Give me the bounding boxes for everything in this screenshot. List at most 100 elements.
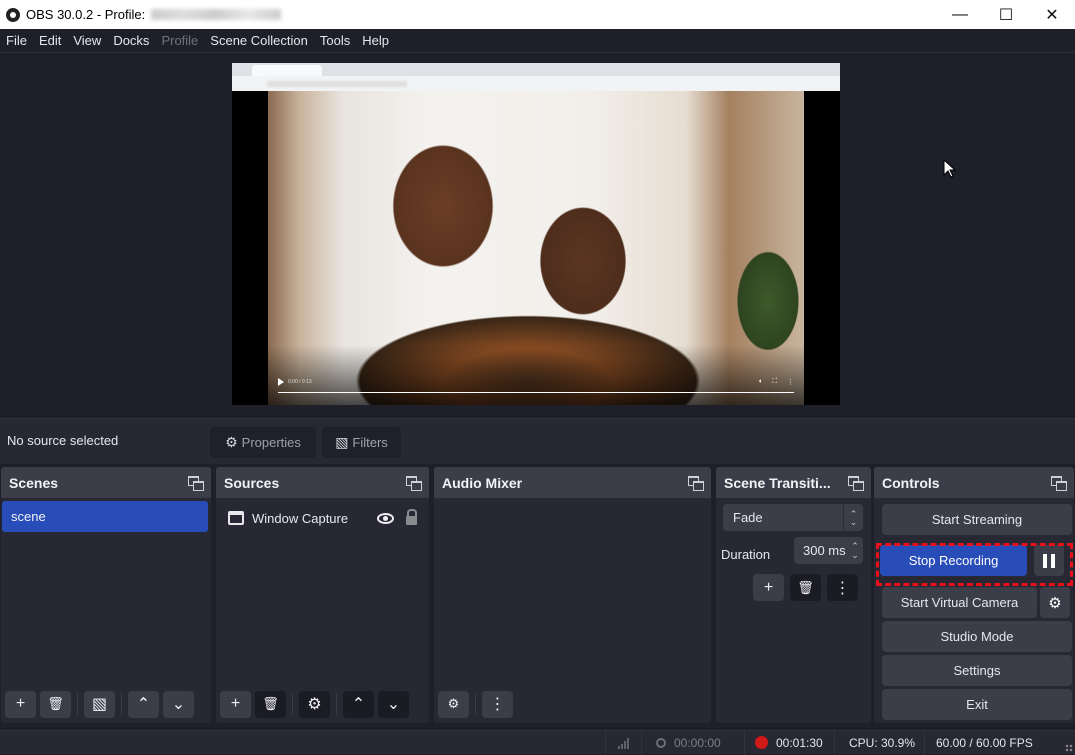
unlock-icon[interactable] [406,509,417,525]
menu-tools[interactable]: Tools [314,33,356,48]
add-source-button[interactable]: + [220,690,251,718]
stream-time: 00:00:00 [674,735,721,750]
visibility-eye-icon[interactable] [377,512,394,524]
menu-scene-collection[interactable]: Scene Collection [204,33,314,48]
move-source-up-button[interactable]: ⌃ [343,690,374,718]
stop-recording-button[interactable]: Stop Recording [880,545,1027,576]
source-name: Window Capture [252,510,349,526]
add-transition-button[interactable]: + [753,574,784,601]
spin-down-icon[interactable]: ⌄ [851,550,859,560]
pause-recording-button[interactable] [1034,545,1064,576]
move-scene-down-button[interactable]: ⌄ [163,690,194,718]
video-volume-icon: ◖ [757,378,763,385]
transition-value: Fade [733,510,763,525]
record-time: 00:01:30 [776,735,823,750]
menu-view[interactable]: View [67,33,107,48]
menu-help[interactable]: Help [356,33,395,48]
record-status: 00:01:30 [744,730,834,755]
signal-bars-icon [618,737,629,749]
move-scene-up-button[interactable]: ⌃ [128,690,159,718]
audio-mixer-menu-button[interactable]: ⋮ [482,690,513,718]
add-scene-button[interactable]: + [5,690,36,718]
scene-filters-button[interactable]: ▧ [84,690,115,718]
gear-icon: ⚙ [225,434,238,450]
window-title: OBS 30.0.2 - Profile: [26,7,146,22]
transition-properties-button[interactable]: ⋮ [827,574,858,601]
network-signal [605,730,641,755]
preview-area[interactable]: 0:00 / 0:13 ◖ ⛶ ⋮ [0,53,1075,416]
scene-list-item[interactable]: scene [2,501,208,532]
video-play-icon [278,378,284,386]
virtual-camera-config-button[interactable]: ⚙ [1040,587,1070,618]
menu-file[interactable]: File [0,33,33,48]
chevron-down-icon: ⌄ [386,696,401,713]
audio-mixer-dock: Audio Mixer ⚙ ⋮ [434,467,711,723]
scene-transitions-dock: Scene Transiti... Fade ⌃ ⌄ Duration 300 m… [716,467,871,723]
controls-dock: Controls Start Streaming Stop Recording … [874,467,1074,723]
video-fullscreen-icon: ⛶ [772,378,777,385]
captured-video: 0:00 / 0:13 ◖ ⛶ ⋮ [268,91,804,405]
gears-icon: ⚙ [447,696,460,711]
resize-grip[interactable] [1065,744,1073,752]
close-button[interactable]: ✕ [1029,0,1075,29]
menu-edit[interactable]: Edit [33,33,67,48]
source-status-label: No source selected [7,433,119,448]
undock-icon[interactable] [188,476,204,491]
filters-label: Filters [352,435,388,450]
source-list-item[interactable]: Window Capture [228,508,417,528]
source-properties-button[interactable]: ⚙ [299,690,330,718]
transition-select[interactable]: Fade ⌃ ⌄ [723,504,863,531]
gear-icon: ⚙ [307,696,322,713]
undock-icon[interactable] [688,476,704,491]
controls-title: Controls [882,474,940,491]
undock-icon[interactable] [1051,476,1067,491]
chevron-up-icon: ⌃ [136,696,151,713]
remove-source-button[interactable]: 🗑 [255,690,286,718]
captured-browser-chrome [232,63,840,91]
title-bar: OBS 30.0.2 - Profile: — ☐ ✕ [0,0,1075,29]
filter-icon: ▧ [91,696,108,713]
cpu-usage-text: CPU: 30.9% [849,735,916,750]
properties-button[interactable]: ⚙ Properties [210,427,316,458]
exit-button[interactable]: Exit [882,689,1072,720]
chevron-down-icon: ⌄ [171,696,186,713]
pause-icon [1043,553,1055,568]
record-dot-icon [755,736,768,749]
remove-transition-button[interactable]: 🗑 [790,574,821,601]
studio-mode-button[interactable]: Studio Mode [882,621,1072,652]
start-streaming-button[interactable]: Start Streaming [882,504,1072,535]
properties-label: Properties [241,435,301,450]
transitions-title: Scene Transiti... [724,474,831,491]
stream-broadcast-icon [656,737,666,748]
more-vertical-icon: ⋮ [489,696,506,713]
profile-name-blurred [151,9,282,20]
undock-icon[interactable] [406,476,422,491]
audio-mixer-title: Audio Mixer [442,474,523,491]
duration-spinbox[interactable]: 300 ms ⌃ ⌄ [794,537,863,564]
trash-icon: 🗑 [797,579,814,595]
video-progress-bar [278,392,794,393]
maximize-button[interactable]: ☐ [983,0,1029,29]
obs-logo-icon [6,7,20,22]
menu-docks[interactable]: Docks [107,33,155,48]
trash-icon: 🗑 [262,696,279,711]
move-source-down-button[interactable]: ⌄ [378,690,409,718]
minimize-button[interactable]: — [937,0,983,29]
menu-profile: Profile [161,33,199,48]
stream-status: 00:00:00 [641,730,744,755]
start-virtual-camera-button[interactable]: Start Virtual Camera [882,587,1037,618]
filters-button[interactable]: ▧ Filters [322,427,401,458]
preview-canvas[interactable]: 0:00 / 0:13 ◖ ⛶ ⋮ [232,63,840,405]
duration-value: 300 ms [803,543,846,558]
cpu-usage: CPU: 30.9% [834,730,924,755]
scenes-title: Scenes [9,474,59,491]
source-context-bar: No source selected ⚙ Properties ▧ Filter… [0,418,1075,464]
plus-icon: + [763,578,774,596]
remove-scene-button[interactable]: 🗑 [40,690,71,718]
settings-button[interactable]: Settings [882,655,1072,686]
undock-icon[interactable] [848,476,864,491]
advanced-audio-properties-button[interactable]: ⚙ [438,690,469,718]
scenes-dock: Scenes scene + 🗑 ▧ ⌃ ⌄ [1,467,211,723]
menu-bar: File Edit View Docks Profile Scene Colle… [0,29,1075,53]
status-bar: 00:00:00 00:01:30 CPU: 30.9% 60.00 / 60.… [0,730,1075,755]
